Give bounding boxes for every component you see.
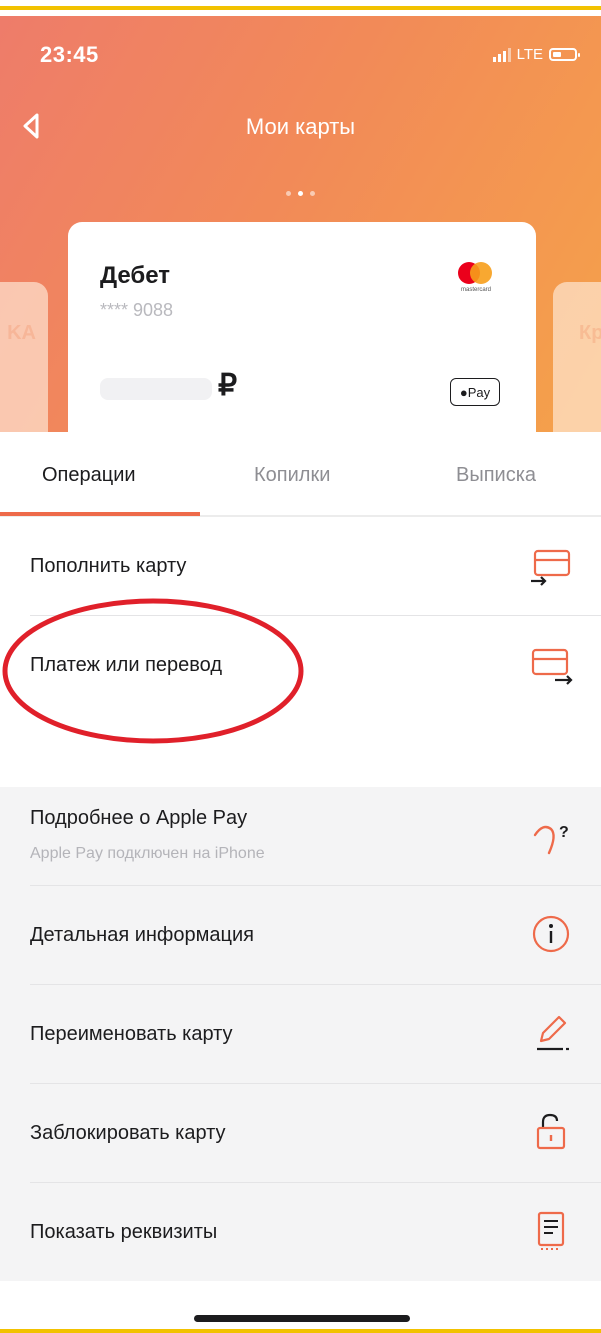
page-title: Мои карты — [245, 114, 356, 139]
detailed-info-row[interactable]: Детальная информация — [0, 886, 601, 984]
card-settings-list: Подробнее о Apple Pay Apple Pay подключе… — [0, 787, 601, 1281]
active-tab-indicator — [0, 512, 200, 516]
card-out-icon — [529, 646, 573, 686]
apple-pay-help-icon: ? — [529, 817, 573, 857]
mastercard-label: mastercard — [460, 287, 491, 293]
previous-card[interactable]: KA — [0, 282, 48, 432]
operations-list: Пополнить карту Платеж или перевод — [0, 517, 601, 787]
tab-operations[interactable]: Операции — [42, 464, 136, 487]
balance-hidden — [100, 378, 212, 400]
top-up-card-label: Пополнить карту — [30, 555, 187, 577]
receipt-icon — [529, 1211, 573, 1251]
carousel-dot-active — [298, 191, 303, 196]
home-indicator[interactable] — [194, 1315, 410, 1322]
card-in-icon — [529, 547, 573, 587]
cards-header: 23:45 LTE Мои карты KA Кр Дебет **** 908… — [0, 16, 601, 432]
show-requisites-row[interactable]: Показать реквизиты — [0, 1183, 601, 1281]
bottom-stripe — [0, 1329, 601, 1333]
lock-icon — [529, 1112, 573, 1152]
info-icon — [529, 914, 573, 954]
tab-statement[interactable]: Выписка — [456, 464, 536, 487]
status-time: 23:45 — [40, 42, 99, 67]
payment-transfer-label: Платеж или перевод — [30, 654, 223, 676]
signal-icon — [492, 47, 511, 62]
apple-pay-badge: ●Pay — [450, 378, 500, 406]
show-requisites-label: Показать реквизиты — [30, 1221, 218, 1243]
mastercard-logo-icon: mastercard — [454, 262, 494, 298]
network-label: LTE — [516, 46, 543, 63]
tab-bar: Операции Копилки Выписка — [0, 432, 601, 517]
apple-icon: ● — [459, 385, 468, 400]
rename-card-row[interactable]: Переименовать карту — [0, 985, 601, 1083]
apple-pay-info-row[interactable]: Подробнее о Apple Pay Apple Pay подключе… — [0, 787, 601, 885]
block-card-row[interactable]: Заблокировать карту — [0, 1084, 601, 1182]
carousel-dot — [286, 191, 291, 196]
apple-pay-info-sublabel: Apple Pay подключен на iPhone — [30, 845, 265, 862]
card-name: Дебет — [100, 262, 171, 289]
battery-icon — [549, 48, 580, 61]
currency-sign: ₽ — [218, 369, 238, 402]
top-stripe — [0, 0, 601, 16]
top-up-card-row[interactable]: Пополнить карту — [0, 517, 601, 615]
next-card-label: Кр — [579, 322, 601, 344]
payment-transfer-row[interactable]: Платеж или перевод — [0, 616, 601, 787]
detailed-info-label: Детальная информация — [30, 924, 254, 946]
apple-pay-info-label: Подробнее о Apple Pay — [30, 807, 248, 829]
carousel-dots — [0, 191, 601, 196]
next-card[interactable]: Кр — [553, 282, 601, 432]
status-indicators: LTE — [492, 46, 580, 63]
carousel-dot — [310, 191, 315, 196]
svg-text:?: ? — [559, 824, 569, 841]
card-number: **** 9088 — [100, 300, 174, 320]
bottom-area — [0, 1281, 601, 1333]
apple-pay-label: Pay — [467, 385, 491, 400]
rename-card-label: Переименовать карту — [30, 1023, 233, 1045]
previous-card-label: KA — [7, 322, 36, 344]
debit-card[interactable]: Дебет **** 9088 mastercard ₽ ●Pay — [68, 222, 536, 432]
pencil-icon — [529, 1013, 573, 1053]
block-card-label: Заблокировать карту — [30, 1122, 226, 1144]
tab-piggy-banks[interactable]: Копилки — [254, 464, 330, 487]
